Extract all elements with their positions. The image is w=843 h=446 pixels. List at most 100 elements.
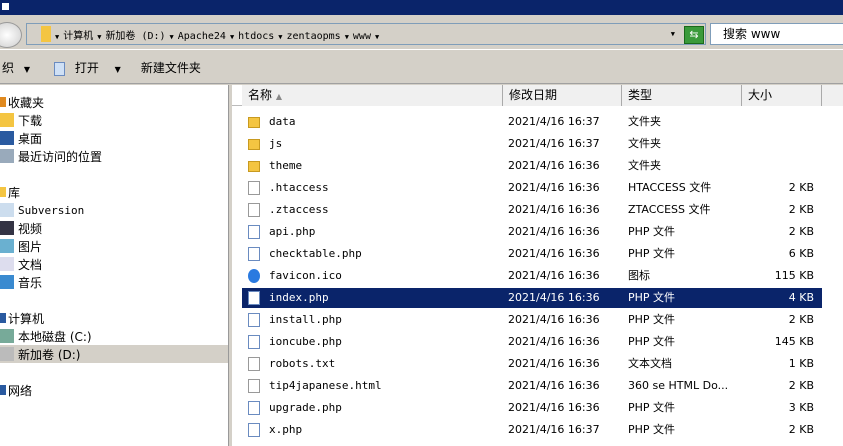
breadcrumb-item[interactable]: 计算机	[63, 31, 93, 42]
file-type: 文件夹	[628, 137, 661, 150]
sidebar-item[interactable]: 图片	[0, 237, 228, 255]
new-folder-button[interactable]: 新建文件夹	[141, 59, 201, 76]
breadcrumb-item[interactable]: www	[353, 31, 371, 42]
window-icon	[2, 3, 9, 10]
file-row[interactable]: .ztaccess 2021/4/16 16:36 ZTACCESS 文件 2 …	[242, 200, 822, 220]
organize-button[interactable]: 织 ▼	[0, 59, 30, 76]
file-name: js	[269, 137, 283, 150]
sidebar-item[interactable]: 计算机	[0, 309, 228, 327]
file-row[interactable]: checktable.php 2021/4/16 16:36 PHP 文件 6 …	[242, 244, 822, 264]
file-date: 2021/4/16 16:36	[508, 247, 600, 260]
drive-c-icon	[0, 329, 14, 343]
sidebar-item-label: 视频	[18, 221, 43, 236]
sidebar-item[interactable]: Subversion	[0, 201, 228, 219]
file-type: 文件夹	[628, 159, 661, 172]
file-row[interactable]: x.php 2021/4/16 16:37 PHP 文件 2 KB	[242, 420, 822, 440]
address-dropdown-icon[interactable]: ▼	[671, 30, 675, 38]
column-header-type[interactable]: 类型	[622, 85, 742, 106]
file-size: 1 KB	[788, 357, 814, 370]
breadcrumb-arrow-icon[interactable]: ▼	[278, 33, 282, 41]
file-date: 2021/4/16 16:36	[508, 203, 600, 216]
refresh-button[interactable]: ⇆	[684, 26, 704, 44]
file-date: 2021/4/16 16:36	[508, 269, 600, 282]
file-size: 3 KB	[788, 401, 814, 414]
breadcrumb-item[interactable]: Apache24	[178, 31, 226, 42]
file-name: api.php	[269, 225, 316, 238]
file-date: 2021/4/16 16:37	[508, 137, 600, 150]
sidebar-item-label: 文档	[18, 257, 43, 272]
sidebar-item[interactable]: 下载	[0, 111, 228, 129]
document-icon	[248, 379, 260, 393]
file-row[interactable]: js 2021/4/16 16:37 文件夹	[242, 134, 822, 154]
breadcrumb-arrow-icon[interactable]: ▼	[230, 33, 234, 41]
file-row[interactable]: data 2021/4/16 16:37 文件夹	[242, 112, 822, 132]
php-file-icon	[248, 313, 260, 327]
file-size: 2 KB	[788, 423, 814, 436]
column-header-row: 名称 ▲ 修改日期 类型 大小	[232, 85, 843, 106]
breadcrumb-arrow-icon[interactable]: ▼	[55, 33, 59, 41]
sidebar-item[interactable]: 新加卷 (D:)	[0, 345, 228, 363]
search-input[interactable]: 搜索 www	[710, 23, 843, 45]
php-file-icon	[248, 335, 260, 349]
column-header-name[interactable]: 名称 ▲	[242, 85, 503, 106]
file-name: upgrade.php	[269, 401, 342, 414]
library-doc-icon	[0, 203, 14, 217]
file-row[interactable]: api.php 2021/4/16 16:36 PHP 文件 2 KB	[242, 222, 822, 242]
file-name: x.php	[269, 423, 303, 436]
sidebar-item[interactable]: 桌面	[0, 129, 228, 147]
file-name: data	[269, 115, 296, 128]
open-label: 打开	[74, 61, 99, 75]
sidebar-item[interactable]: 收藏夹	[0, 93, 228, 111]
sidebar-item[interactable]: 最近访问的位置	[0, 147, 228, 165]
sidebar-item-label: 本地磁盘 (C:)	[18, 329, 92, 344]
sidebar-item[interactable]: 音乐	[0, 273, 228, 291]
file-row[interactable]: upgrade.php 2021/4/16 16:36 PHP 文件 3 KB	[242, 398, 822, 418]
file-row[interactable]: .htaccess 2021/4/16 16:36 HTACCESS 文件 2 …	[242, 178, 822, 198]
file-type: 文件夹	[628, 115, 661, 128]
breadcrumb-arrow-icon[interactable]: ▼	[375, 33, 379, 41]
sidebar-item-label: 收藏夹	[8, 95, 45, 110]
sidebar-item-label: 库	[8, 185, 21, 200]
file-type: 文本文档	[628, 357, 672, 370]
folder-icon	[248, 161, 260, 172]
file-size: 115 KB	[774, 269, 814, 282]
file-row[interactable]: tip4japanese.html 2021/4/16 16:36 360 se…	[242, 376, 822, 396]
sidebar-item-label: 新加卷 (D:)	[18, 347, 81, 362]
sidebar-item-label: 最近访问的位置	[18, 149, 103, 164]
computer-icon	[0, 313, 6, 323]
open-button[interactable]: 打开 ▼	[48, 59, 121, 76]
file-row[interactable]: favicon.ico 2021/4/16 16:36 图标 115 KB	[242, 266, 822, 286]
file-row[interactable]: install.php 2021/4/16 16:36 PHP 文件 2 KB	[242, 310, 822, 330]
file-row[interactable]: ioncube.php 2021/4/16 16:36 PHP 文件 145 K…	[242, 332, 822, 352]
sidebar-item[interactable]: 本地磁盘 (C:)	[0, 327, 228, 345]
file-row[interactable]: theme 2021/4/16 16:36 文件夹	[242, 156, 822, 176]
file-name: checktable.php	[269, 247, 362, 260]
sidebar-item[interactable]: 文档	[0, 255, 228, 273]
sidebar-item[interactable]: 库	[0, 183, 228, 201]
breadcrumb-arrow-icon[interactable]: ▼	[97, 33, 101, 41]
breadcrumb-item[interactable]: htdocs	[238, 31, 274, 42]
file-row[interactable]: robots.txt 2021/4/16 16:36 文本文档 1 KB	[242, 354, 822, 374]
file-type: PHP 文件	[628, 247, 676, 260]
file-name: .ztaccess	[269, 203, 329, 216]
column-header-size[interactable]: 大小	[742, 85, 822, 106]
file-type: PHP 文件	[628, 401, 676, 414]
sidebar-item[interactable]: 视频	[0, 219, 228, 237]
breadcrumb-arrow-icon[interactable]: ▼	[170, 33, 174, 41]
breadcrumb-item[interactable]: 新加卷 (D:)	[105, 31, 165, 42]
breadcrumb-item[interactable]: zentaopms	[287, 31, 341, 42]
sidebar-item[interactable]: 网络	[0, 381, 228, 399]
file-date: 2021/4/16 16:36	[508, 379, 600, 392]
breadcrumb-arrow-icon[interactable]: ▼	[345, 33, 349, 41]
downloads-icon	[0, 113, 14, 127]
file-size: 2 KB	[788, 225, 814, 238]
address-bar[interactable]: ▼ 计算机 ▼ 新加卷 (D:) ▼ Apache24 ▼ htdocs ▼ zentaopms ▼…	[26, 23, 706, 45]
folder-icon	[248, 117, 260, 128]
folder-icon	[41, 26, 51, 42]
column-header-date[interactable]: 修改日期	[503, 85, 622, 106]
file-name: tip4japanese.html	[269, 379, 382, 392]
sort-ascending-icon: ▲	[275, 92, 282, 101]
file-type: PHP 文件	[628, 335, 676, 348]
recent-icon	[0, 149, 14, 163]
file-row[interactable]: index.php 2021/4/16 16:36 PHP 文件 4 KB	[242, 288, 822, 308]
